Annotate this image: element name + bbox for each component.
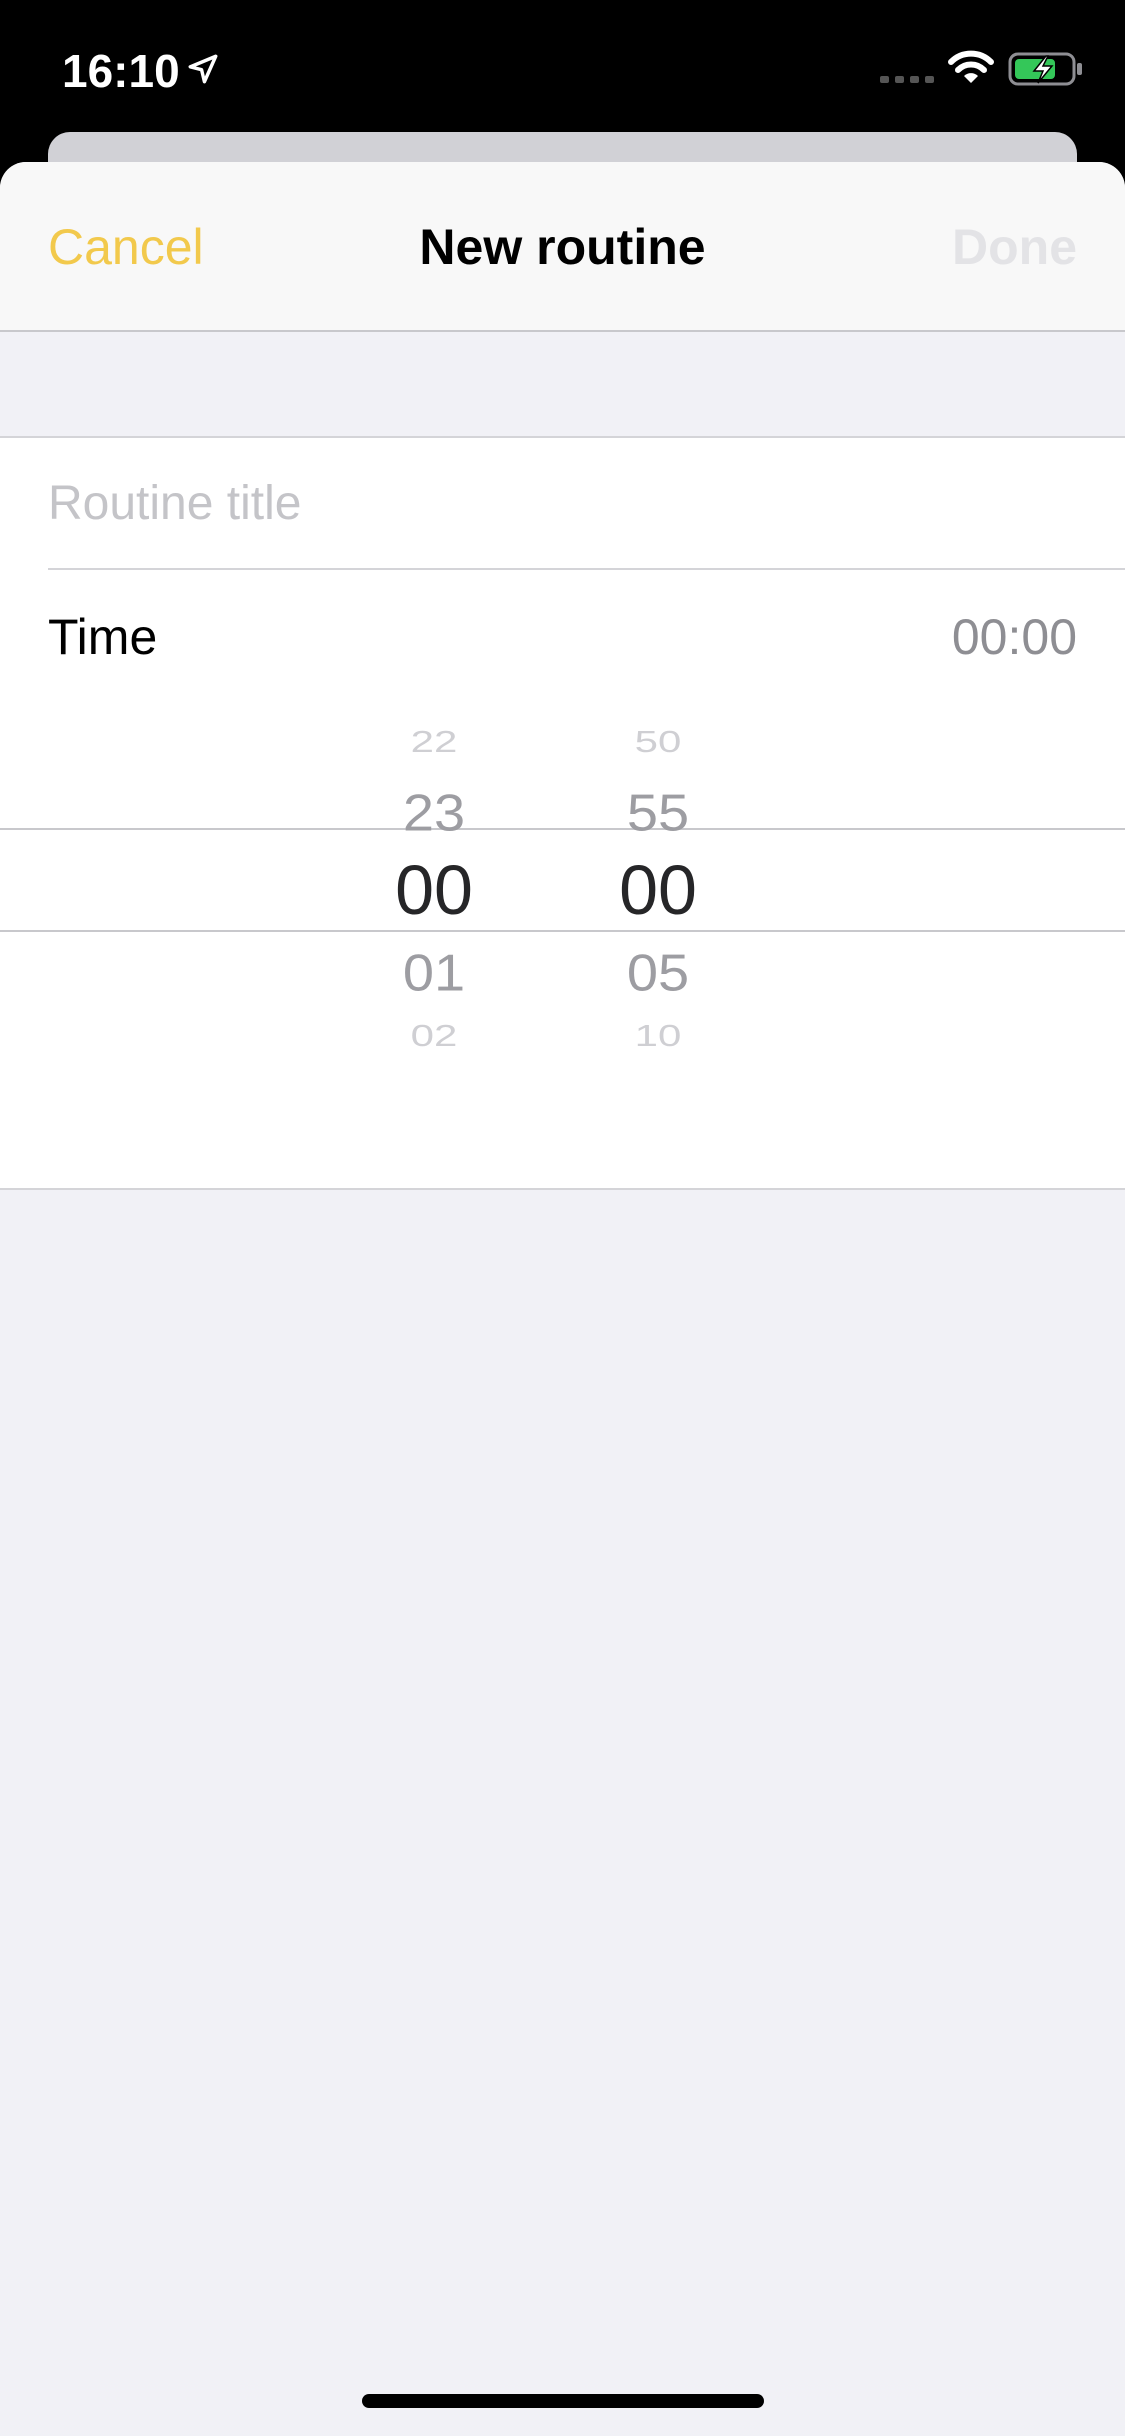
hour-option[interactable]: 22 — [354, 725, 514, 760]
routine-form: Time 00:00 22 23 00 01 02 50 55 00 05 10 — [0, 436, 1125, 1190]
routine-title-row[interactable] — [0, 438, 1125, 568]
hour-option[interactable]: 23 — [354, 783, 514, 843]
status-time: 16:10 — [62, 45, 180, 97]
status-bar: 16:10 — [0, 0, 1125, 132]
navigation-bar: Cancel New routine Done — [0, 162, 1125, 332]
time-row[interactable]: Time 00:00 — [0, 570, 1125, 704]
hour-option[interactable]: 02 — [354, 1019, 514, 1054]
routine-title-input[interactable] — [48, 468, 1078, 538]
hour-selected[interactable]: 00 — [354, 850, 514, 930]
hour-option[interactable]: 01 — [354, 943, 514, 1003]
home-indicator[interactable] — [362, 2394, 764, 2408]
minute-option[interactable]: 05 — [578, 943, 738, 1003]
cancel-button[interactable]: Cancel — [48, 218, 204, 276]
time-picker[interactable]: 22 23 00 01 02 50 55 00 05 10 — [0, 704, 1125, 1188]
picker-selection-top-line — [0, 828, 1125, 830]
wifi-icon — [948, 50, 994, 83]
picker-selection-bottom-line — [0, 930, 1125, 932]
minute-option[interactable]: 50 — [578, 725, 738, 760]
new-routine-sheet: Cancel New routine Done Time 00:00 22 23… — [0, 162, 1125, 2436]
time-value[interactable]: 00:00 — [952, 608, 1077, 666]
location-arrow-icon — [188, 54, 218, 84]
minute-selected[interactable]: 00 — [578, 850, 738, 930]
done-button[interactable]: Done — [952, 218, 1077, 276]
minute-option[interactable]: 10 — [578, 1019, 738, 1054]
time-label: Time — [48, 609, 158, 665]
minute-wheel[interactable]: 50 55 00 05 10 — [578, 704, 738, 1188]
battery-charging-icon — [1008, 52, 1082, 86]
minute-option[interactable]: 55 — [578, 783, 738, 843]
cellular-signal-icon — [880, 76, 934, 83]
hour-wheel[interactable]: 22 23 00 01 02 — [354, 704, 514, 1188]
